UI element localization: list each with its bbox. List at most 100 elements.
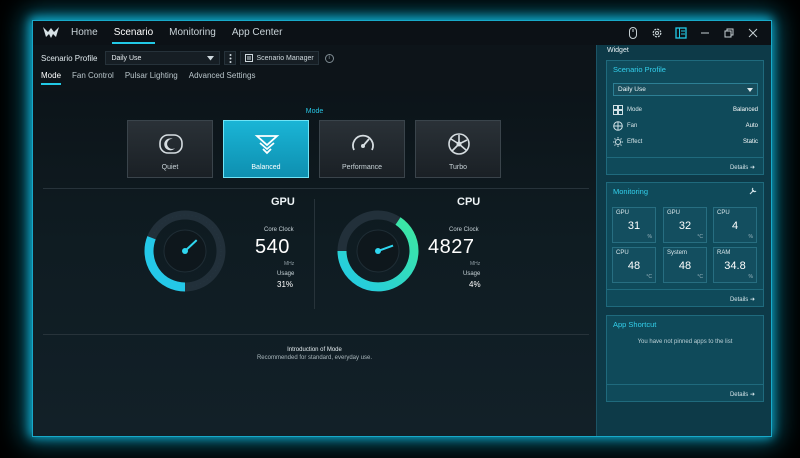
widget-mode-label: Mode bbox=[627, 107, 643, 113]
monitor-tile-system-temp: System 48 °C bbox=[663, 247, 707, 283]
cpu-clock-unit: MHz bbox=[470, 261, 481, 267]
cpu-panel: CPU Core Clock 4827 MHz Usage 4% bbox=[326, 196, 576, 317]
nav-monitoring[interactable]: Monitoring bbox=[161, 21, 224, 45]
monitor-tile-ram-usage: RAM 34.8 % bbox=[713, 247, 757, 283]
gear-icon[interactable] bbox=[645, 23, 669, 43]
monitor-tile-gpu-temp: GPU 32 °C bbox=[663, 207, 707, 243]
details-label: Details bbox=[729, 392, 749, 398]
mouse-icon[interactable] bbox=[621, 23, 645, 43]
tile-unit: % bbox=[748, 234, 753, 240]
widget-row-fan[interactable]: Fan Auto bbox=[613, 121, 758, 133]
more-options-button[interactable] bbox=[224, 51, 237, 65]
close-icon[interactable] bbox=[741, 23, 765, 43]
widget-row-effect[interactable]: Effect Static bbox=[613, 137, 758, 149]
widget-shortcut-details-link[interactable]: Details ➜ bbox=[730, 391, 755, 398]
main-nav: Home Scenario Monitoring App Center bbox=[63, 21, 290, 45]
mode-card-balanced[interactable]: Balanced bbox=[223, 120, 309, 178]
arrow-right-icon: ➜ bbox=[749, 297, 755, 303]
app-window: Home Scenario Monitoring App Center Scen… bbox=[32, 20, 772, 437]
mode-card-quiet[interactable]: Quiet bbox=[127, 120, 213, 178]
profile-select[interactable]: Daily Use bbox=[105, 51, 221, 65]
details-label: Details bbox=[729, 297, 749, 303]
gpu-clock-value: 540 bbox=[255, 236, 290, 258]
divider bbox=[43, 334, 589, 335]
mode-card-turbo[interactable]: Turbo bbox=[415, 120, 501, 178]
divider bbox=[607, 384, 763, 385]
tab-mode[interactable]: Mode bbox=[41, 71, 62, 85]
mode-card-performance[interactable]: Performance bbox=[319, 120, 405, 178]
tile-value: 32 bbox=[678, 220, 692, 232]
effect-sun-icon bbox=[613, 137, 623, 147]
widget-panel-icon[interactable] bbox=[669, 23, 693, 43]
tile-name: System bbox=[667, 250, 688, 256]
tile-unit: °C bbox=[697, 274, 703, 280]
widget-title: Widget bbox=[607, 47, 629, 54]
quiet-moon-icon bbox=[159, 134, 183, 154]
gpu-usage-gauge bbox=[144, 210, 226, 292]
kebab-icon bbox=[229, 53, 232, 63]
mode-title: Mode bbox=[305, 108, 324, 115]
tile-value: 48 bbox=[627, 260, 641, 272]
widget-shortcut-title: App Shortcut bbox=[613, 320, 657, 329]
widget-fan-label: Fan bbox=[627, 123, 638, 129]
cpu-clock-value: 4827 bbox=[428, 236, 475, 258]
tab-advanced-settings[interactable]: Advanced Settings bbox=[189, 71, 256, 85]
widget-monitoring-title: Monitoring bbox=[613, 187, 649, 196]
intro-title: Introduction of Mode bbox=[287, 347, 342, 353]
tile-name: CPU bbox=[616, 250, 629, 256]
tile-name: CPU bbox=[717, 210, 730, 216]
predator-logo-icon bbox=[43, 27, 59, 38]
tile-unit: % bbox=[748, 274, 753, 280]
tab-pulsar-lighting[interactable]: Pulsar Lighting bbox=[125, 71, 178, 85]
empty-shortcut-message: You have not pinned apps to the list bbox=[637, 339, 733, 345]
profile-select-value: Daily Use bbox=[111, 54, 142, 62]
performance-speedometer-icon bbox=[352, 134, 374, 151]
cpu-usage-value: 4% bbox=[469, 280, 481, 289]
widget-monitoring-details-link[interactable]: Details ➜ bbox=[730, 296, 755, 303]
nav-app-center[interactable]: App Center bbox=[224, 21, 291, 45]
widget-profile-select[interactable]: Daily Use bbox=[613, 83, 758, 96]
tile-unit: % bbox=[647, 234, 652, 240]
widget-monitoring-card: Monitoring GPU 31 % GPU 32 °C CPU 4 % CP… bbox=[606, 182, 764, 307]
gpu-clock-unit: MHz bbox=[284, 261, 295, 267]
scenario-manager-label: Scenario Manager bbox=[256, 54, 314, 62]
widget-scenario-details-link[interactable]: Details ➜ bbox=[730, 164, 755, 171]
widget-row-mode[interactable]: Mode Balanced bbox=[613, 105, 758, 117]
intro-description: Recommended for standard, everyday use. bbox=[256, 355, 373, 361]
scenario-main: Scenario Profile Daily Use Scenario Mana… bbox=[33, 45, 596, 436]
mode-introduction: Introduction of Mode Recommended for sta… bbox=[33, 347, 596, 361]
sub-tabs: Mode Fan Control Pulsar Lighting Advance… bbox=[41, 71, 255, 85]
tile-value: 4 bbox=[731, 220, 739, 232]
title-bar: Home Scenario Monitoring App Center bbox=[33, 21, 771, 45]
info-icon[interactable]: i bbox=[324, 53, 334, 63]
mode-label-quiet: Quiet bbox=[161, 164, 179, 171]
widget-effect-label: Effect bbox=[627, 139, 643, 145]
turbo-fan-icon bbox=[448, 133, 470, 155]
widget-effect-value: Static bbox=[742, 139, 758, 145]
wrench-icon[interactable] bbox=[749, 187, 757, 195]
mode-label-balanced: Balanced bbox=[251, 164, 281, 171]
widget-profile-value: Daily Use bbox=[618, 86, 646, 93]
restore-icon[interactable] bbox=[717, 23, 741, 43]
dropdown-arrow-icon bbox=[747, 88, 753, 92]
monitor-tile-cpu-temp: CPU 48 °C bbox=[612, 247, 656, 283]
mode-content: Mode Quiet Balanced Performance Turbo GP… bbox=[33, 91, 596, 436]
tile-value: 34.8 bbox=[724, 260, 746, 272]
divider bbox=[43, 188, 589, 189]
tile-value: 31 bbox=[627, 220, 641, 232]
cpu-usage-label: Usage bbox=[463, 271, 481, 277]
manager-icon bbox=[245, 54, 254, 62]
fan-icon bbox=[613, 121, 623, 131]
scenario-manager-button[interactable]: Scenario Manager bbox=[240, 51, 319, 65]
gauge-divider bbox=[314, 199, 315, 309]
nav-home[interactable]: Home bbox=[63, 21, 106, 45]
dropdown-arrow-icon bbox=[207, 55, 215, 60]
tile-unit: °C bbox=[697, 234, 703, 240]
widget-mode-value: Balanced bbox=[732, 107, 758, 113]
minimize-icon[interactable] bbox=[693, 23, 717, 43]
details-label: Details bbox=[729, 165, 749, 171]
arrow-right-icon: ➜ bbox=[749, 392, 755, 398]
nav-scenario[interactable]: Scenario bbox=[106, 21, 161, 45]
tab-fan-control[interactable]: Fan Control bbox=[72, 71, 114, 85]
monitor-tile-cpu-usage: CPU 4 % bbox=[713, 207, 757, 243]
